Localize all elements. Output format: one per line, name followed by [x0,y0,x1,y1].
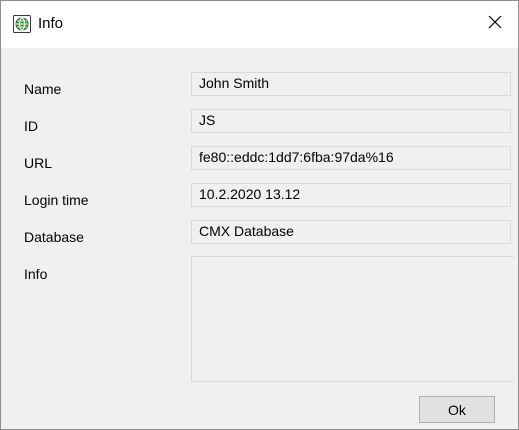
database-field[interactable]: CMX Database [191,220,511,244]
id-label: ID [24,118,38,134]
dialog-content: Name John Smith ID JS URL fe80::eddc:1dd… [1,48,518,429]
window-title: Info [38,15,64,32]
title-bar[interactable]: Info [1,1,518,48]
login-time-label: Login time [24,192,89,208]
url-label: URL [24,155,53,171]
name-label: Name [24,81,62,97]
ok-button[interactable]: Ok [419,396,495,423]
id-field[interactable]: JS [191,109,511,133]
globe-network-icon [13,15,31,33]
close-icon [488,15,502,34]
close-button[interactable] [472,1,518,48]
url-field[interactable]: fe80::eddc:1dd7:6fba:97da%16 [191,146,511,170]
login-time-field[interactable]: 10.2.2020 13.12 [191,183,511,207]
info-dialog: Info Name John Smith ID JS URL fe80::edd… [0,0,519,430]
info-textarea[interactable] [191,256,514,382]
name-field[interactable]: John Smith [191,72,511,96]
database-label: Database [24,229,84,245]
info-label: Info [24,266,48,282]
